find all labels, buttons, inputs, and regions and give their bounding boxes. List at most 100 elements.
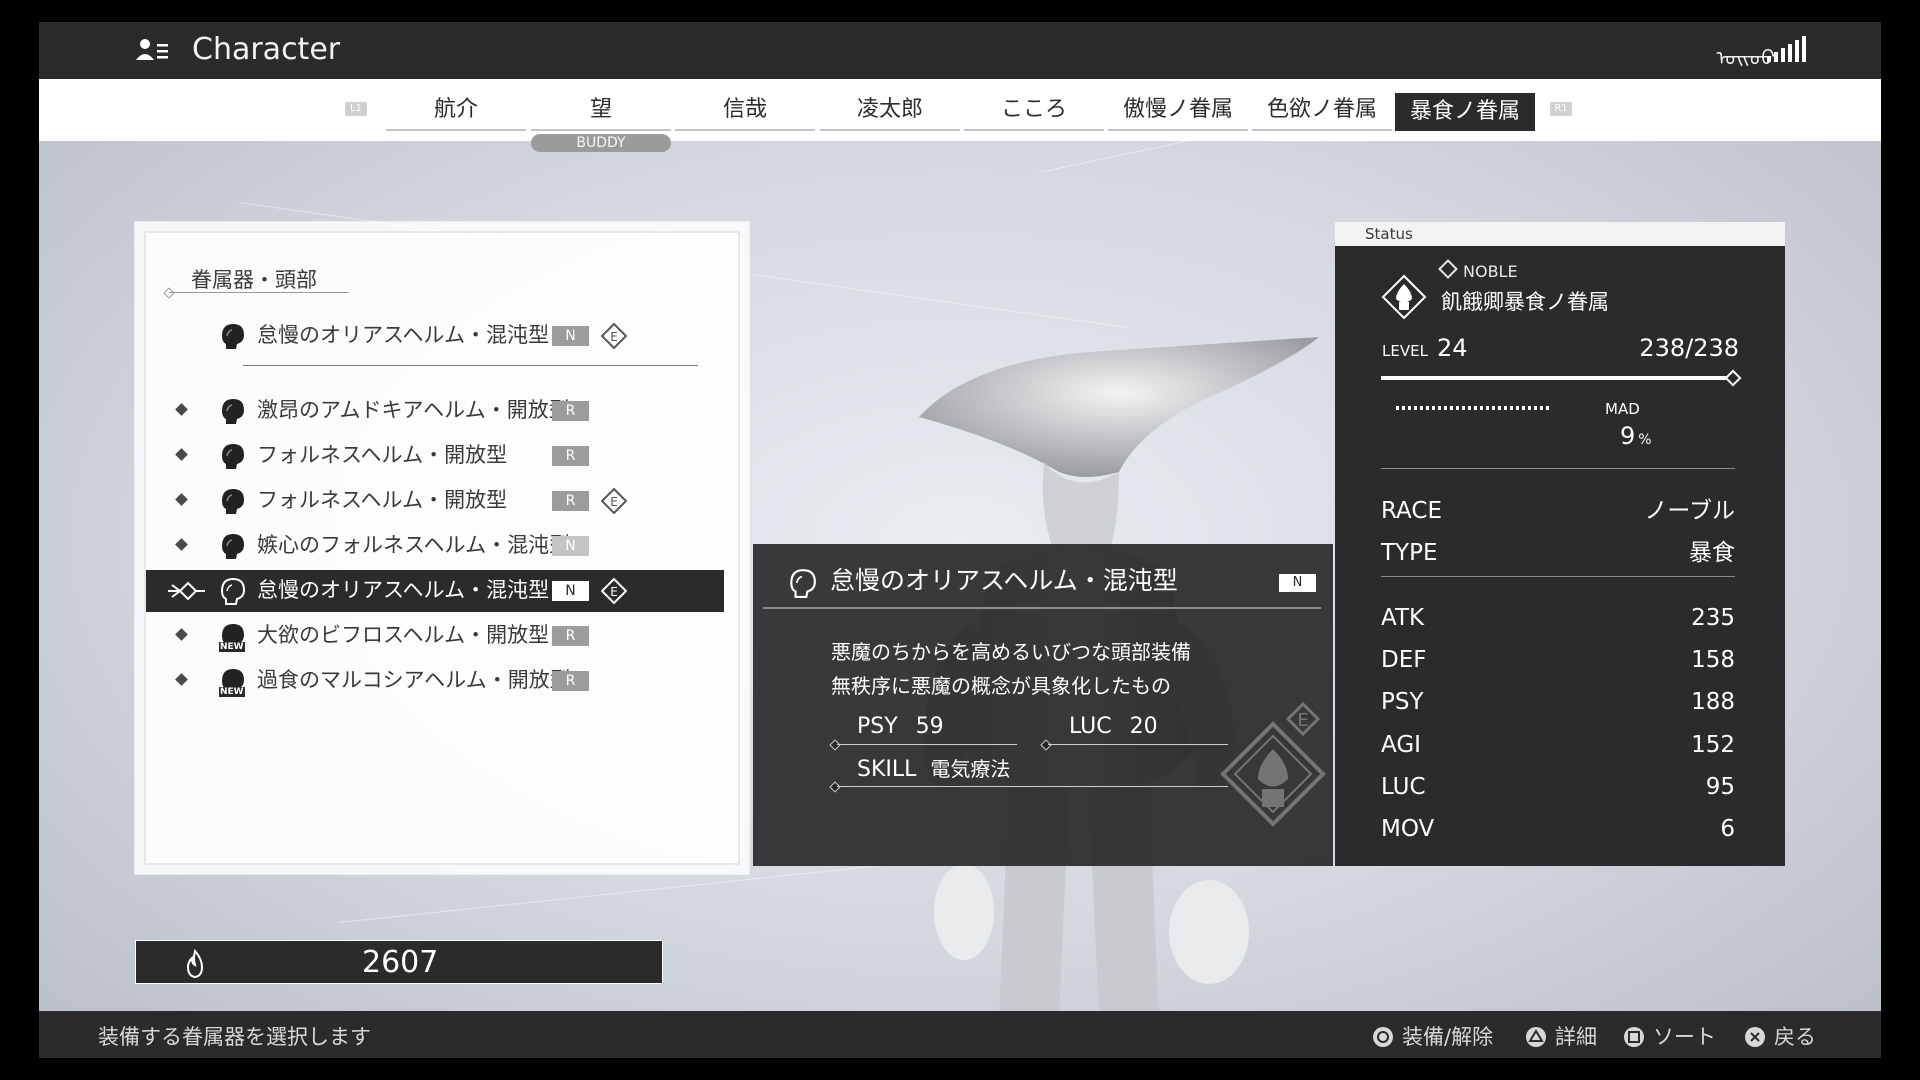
race-class-tag: NOBLE xyxy=(1438,259,1518,281)
svg-text:E: E xyxy=(610,330,618,344)
mad-gauge xyxy=(1396,406,1549,410)
tab-shinya[interactable]: 信哉 xyxy=(675,93,815,131)
character-tab-bar: L1 航介 望 信哉 凌太郎 こころ 傲慢ノ眷属 色欲ノ眷属 暴食ノ眷属 R1 … xyxy=(39,79,1881,152)
equipment-name: 嫉心のフォルネスヘルム・混沌型 xyxy=(257,533,571,557)
tab-lust-kin[interactable]: 色欲ノ眷属 xyxy=(1252,93,1392,131)
mad-gauge-tick xyxy=(1480,406,1483,410)
signal-strength-icon xyxy=(1767,36,1806,62)
buddy-badge: BUDDY xyxy=(531,134,671,152)
equipped-marker-icon: E xyxy=(601,578,627,604)
cross-button-icon xyxy=(1745,1027,1765,1047)
detail-description-line: 無秩序に悪魔の概念が具象化したもの xyxy=(831,674,1171,698)
equipped-item-row[interactable]: 怠慢のオリアスヘルム・混沌型 N E xyxy=(146,315,724,357)
mad-gauge-tick xyxy=(1516,406,1519,410)
status-race-row: RACE ノーブル xyxy=(1381,498,1735,524)
stat-atk-row: ATK 235 xyxy=(1381,605,1735,631)
rarity-badge: R xyxy=(552,446,589,466)
equipment-name: 過食のマルコシアヘルム・開放型 xyxy=(257,668,571,692)
equipment-name: 怠慢のオリアスヘルム・混沌型 xyxy=(257,323,550,347)
rarity-badge: R xyxy=(552,491,589,511)
gluttony-emblem-icon: E xyxy=(1220,701,1326,827)
tab-nozomu[interactable]: 望 xyxy=(531,93,671,131)
equipment-name: フォルネスヘルム・開放型 xyxy=(257,443,508,467)
equip-toggle-button[interactable]: 装備/解除 xyxy=(1372,1021,1493,1051)
mad-gauge-tick xyxy=(1456,406,1459,410)
mad-gauge-tick xyxy=(1492,406,1495,410)
mad-gauge-tick xyxy=(1426,406,1429,410)
mad-gauge-tick xyxy=(1450,406,1453,410)
detail-skill: SKILL 電気療法 xyxy=(857,757,1011,782)
mad-label: MAD xyxy=(1605,400,1640,418)
screen-title: Character xyxy=(192,32,341,67)
level-label: LEVEL xyxy=(1382,342,1428,360)
stat-luc-row: LUC 95 xyxy=(1381,774,1735,800)
list-item[interactable]: フォルネスヘルム・開放型 R xyxy=(146,435,724,477)
currency-display: 2607 xyxy=(135,940,663,984)
top-header: Character ᠣᠢᠣᠥ xyxy=(39,22,1881,79)
list-divider xyxy=(243,365,698,366)
stat-psy-row: PSY 188 xyxy=(1381,689,1735,715)
mad-gauge-tick xyxy=(1522,406,1525,410)
tab-kokoro[interactable]: こころ xyxy=(964,93,1104,131)
detail-equipment-name: 怠慢のオリアスヘルム・混沌型 xyxy=(830,566,1178,595)
mad-gauge-tick xyxy=(1432,406,1435,410)
list-item[interactable]: NEW 過食のマルコシアヘルム・開放型 R xyxy=(146,660,724,702)
equipment-detail-panel: 怠慢のオリアスヘルム・混沌型 N 悪魔のちからを高めるいびつな頭部装備 無秩序に… xyxy=(753,544,1333,866)
mad-gauge-tick xyxy=(1504,406,1507,410)
rarity-badge: N xyxy=(552,326,589,346)
status-panel: Status NOBLE 飢餓卿暴食ノ眷属 LEVEL 24 238/238 M… xyxy=(1335,222,1785,866)
stat-agi-row: AGI 152 xyxy=(1381,732,1735,758)
equipment-list-panel: 眷属器・頭部 怠慢のオリアスヘルム・混沌型 N E 激昂のアムドキアヘルム・開放… xyxy=(135,222,749,874)
demon-name: 飢餓卿暴食ノ眷属 xyxy=(1441,290,1609,314)
tab-ryotaro[interactable]: 凌太郎 xyxy=(820,93,960,131)
rarity-badge: N xyxy=(552,536,589,556)
list-item-selected[interactable]: 怠慢のオリアスヘルム・混沌型 N E xyxy=(146,570,724,612)
tab-gluttony-kin[interactable]: 暴食ノ眷属 xyxy=(1395,93,1535,131)
rarity-badge: N xyxy=(552,581,589,601)
mad-gauge-tick xyxy=(1486,406,1489,410)
mad-gauge-tick xyxy=(1510,406,1513,410)
equipment-name: 大欲のビフロスヘルム・開放型 xyxy=(257,623,550,647)
character-screen: Character ᠣᠢᠣᠥ L1 航介 望 信哉 凌太郎 こころ 傲慢ノ眷属 … xyxy=(39,22,1881,1058)
footer-hint: 装備する眷属器を選択します xyxy=(98,1025,371,1049)
mad-gauge-tick xyxy=(1408,406,1411,410)
currency-amount: 2607 xyxy=(362,945,439,980)
tab-kousuke[interactable]: 航介 xyxy=(386,93,526,131)
square-button-icon xyxy=(1624,1027,1644,1047)
back-button[interactable]: 戻る xyxy=(1744,1021,1816,1051)
mad-gauge-tick xyxy=(1420,406,1423,410)
flame-icon xyxy=(186,949,204,979)
mad-value: 9% xyxy=(1620,422,1652,450)
mad-gauge-tick xyxy=(1396,406,1399,410)
detail-rarity-badge: N xyxy=(1279,574,1316,592)
status-header: Status xyxy=(1335,222,1785,246)
list-item[interactable]: NEW 大欲のビフロスヘルム・開放型 R xyxy=(146,615,724,657)
mad-gauge-tick xyxy=(1546,406,1549,410)
detail-stat-psy: PSY 59 xyxy=(857,714,944,739)
helm-icon xyxy=(222,399,244,424)
mad-gauge-tick xyxy=(1462,406,1465,410)
equipment-name: 怠慢のオリアスヘルム・混沌型 xyxy=(257,578,550,602)
mad-gauge-tick xyxy=(1414,406,1417,410)
r1-button-icon[interactable]: R1 xyxy=(1550,102,1572,116)
details-button[interactable]: 詳細 xyxy=(1525,1021,1597,1051)
hp-bar xyxy=(1381,376,1729,380)
tab-pride-kin[interactable]: 傲慢ノ眷属 xyxy=(1108,93,1248,131)
list-item[interactable]: 嫉心のフォルネスヘルム・混沌型 N xyxy=(146,525,724,567)
mad-gauge-tick xyxy=(1540,406,1543,410)
selection-cursor-icon xyxy=(168,581,205,601)
helm-icon xyxy=(222,534,244,559)
status-type-row: TYPE 暴食 xyxy=(1381,540,1735,566)
svg-text:E: E xyxy=(610,585,618,599)
mad-gauge-tick xyxy=(1468,406,1471,410)
demon-emblem-icon xyxy=(1381,274,1427,320)
character-menu-icon xyxy=(136,39,168,60)
list-item[interactable]: 激昂のアムドキアヘルム・開放型 R xyxy=(146,390,724,432)
sort-button[interactable]: ソート xyxy=(1623,1021,1716,1051)
level-value: 24 xyxy=(1437,334,1468,362)
mad-gauge-tick xyxy=(1498,406,1501,410)
equipped-marker-icon: E xyxy=(601,323,627,349)
rarity-badge: R xyxy=(552,671,589,691)
list-item[interactable]: フォルネスヘルム・開放型 R E xyxy=(146,480,724,522)
l1-button-icon[interactable]: L1 xyxy=(345,102,367,116)
